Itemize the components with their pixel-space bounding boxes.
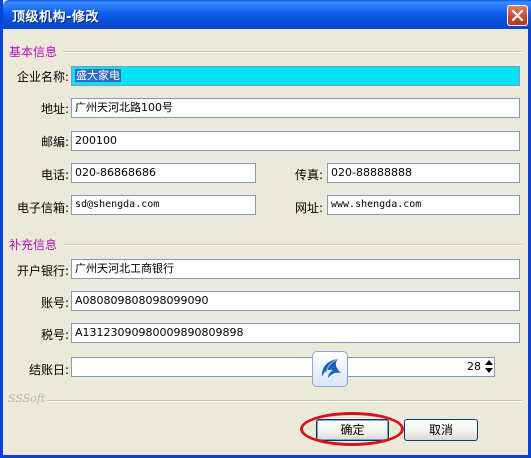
website-field[interactable]: www.shengda.com xyxy=(327,195,520,215)
closing-day-value: 28 xyxy=(467,360,481,373)
section-divider xyxy=(63,51,522,53)
bank-field[interactable]: 广州天河北工商银行 xyxy=(71,259,520,279)
postcode-label: 邮编: xyxy=(40,135,69,149)
email-field[interactable]: sd@shengda.com xyxy=(71,195,256,215)
section-basic-title: 基本信息 xyxy=(9,45,58,59)
swallow-logo-icon[interactable] xyxy=(312,351,348,387)
close-icon xyxy=(512,10,523,21)
company-name-field[interactable]: 盛大家电 xyxy=(71,66,520,86)
email-label: 电子信箱: xyxy=(16,201,69,215)
closing-day-spinbox[interactable]: 28 xyxy=(71,357,495,377)
window-title: 顶级机构-修改 xyxy=(12,10,99,25)
bank-label: 开户银行: xyxy=(16,264,69,278)
company-name-label: 企业名称: xyxy=(16,70,69,84)
closing-day-spinner[interactable] xyxy=(485,358,494,376)
phone-field[interactable]: 020-86868686 xyxy=(71,163,256,183)
cancel-button[interactable]: 取消 xyxy=(404,419,478,441)
address-label: 地址: xyxy=(40,102,69,116)
dialog-body: 基本信息 企业名称: 盛大家电 地址: 广州天河北路100号 邮编: 20010… xyxy=(3,29,528,455)
company-name-value: 盛大家电 xyxy=(75,69,121,82)
phone-label: 电话: xyxy=(40,168,69,182)
footer-divider xyxy=(47,400,522,402)
account-field[interactable]: A080809808098099090 xyxy=(71,291,520,311)
spin-down-icon[interactable] xyxy=(485,368,493,373)
fax-field[interactable]: 020-88888888 xyxy=(327,163,520,183)
title-bar[interactable]: 顶级机构-修改 xyxy=(3,0,531,29)
closing-day-label: 结账日: xyxy=(28,363,69,377)
account-label: 账号: xyxy=(40,296,69,310)
sssoft-watermark: SSSoft xyxy=(8,392,46,405)
section-extra-title: 补充信息 xyxy=(9,238,58,252)
swallow-logo-graphic xyxy=(321,358,341,378)
tax-id-label: 税号: xyxy=(40,328,69,342)
website-label: 网址: xyxy=(294,201,323,215)
close-button[interactable] xyxy=(507,5,528,26)
spin-up-icon[interactable] xyxy=(485,360,493,365)
postcode-field[interactable]: 200100 xyxy=(71,131,520,151)
address-field[interactable]: 广州天河北路100号 xyxy=(71,98,520,118)
tax-id-field[interactable]: A1312309098000989080989​8 xyxy=(71,323,520,343)
fax-label: 传真: xyxy=(294,168,323,182)
section-divider xyxy=(63,244,522,246)
annotation-ellipse xyxy=(300,412,404,446)
